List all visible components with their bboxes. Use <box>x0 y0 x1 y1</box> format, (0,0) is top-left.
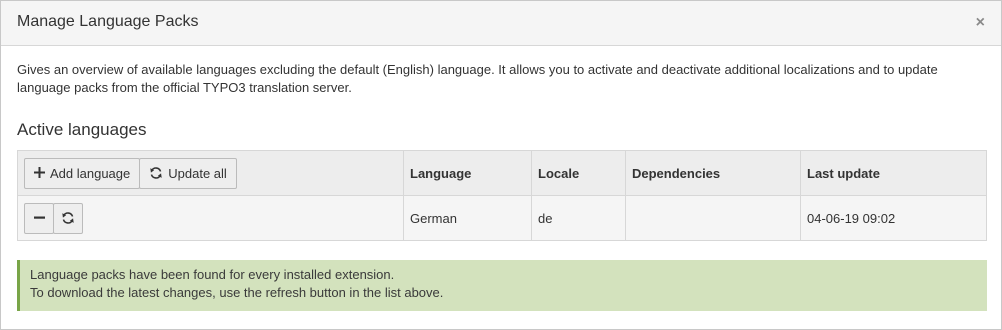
table-header-row: Add language Update all Language Locale … <box>17 150 987 196</box>
actions-header-cell: Add language Update all <box>17 150 404 196</box>
alert-line-1: Language packs have been found for every… <box>30 267 395 282</box>
update-language-button[interactable] <box>53 202 83 234</box>
refresh-icon <box>61 211 75 225</box>
locale-column-header: Locale <box>531 150 626 196</box>
close-icon[interactable]: × <box>976 13 985 33</box>
update-all-button[interactable]: Update all <box>139 157 237 189</box>
table-row: German de 04-06-19 09:02 <box>17 195 987 241</box>
update-all-label: Update all <box>168 165 227 181</box>
plus-icon <box>34 166 45 181</box>
add-language-label: Add language <box>50 165 131 181</box>
alert-line-2: To download the latest changes, use the … <box>30 285 444 300</box>
last-update-cell: 04-06-19 09:02 <box>800 195 987 241</box>
section-title-active-languages: Active languages <box>17 120 147 139</box>
last-update-column-header: Last update <box>800 150 987 196</box>
remove-language-button[interactable] <box>24 202 54 234</box>
active-languages-table: Add language Update all Language Locale … <box>17 150 987 241</box>
language-cell: German <box>403 195 532 241</box>
success-alert: Language packs have been found for every… <box>17 260 987 311</box>
dependencies-cell <box>625 195 801 241</box>
language-packs-modal: Manage Language Packs × Gives an overvie… <box>0 0 1002 330</box>
locale-cell: de <box>531 195 626 241</box>
language-column-header: Language <box>403 150 532 196</box>
dependencies-column-header: Dependencies <box>625 150 801 196</box>
add-language-button[interactable]: Add language <box>24 157 141 189</box>
refresh-icon <box>149 166 163 180</box>
modal-title: Manage Language Packs <box>17 13 199 30</box>
modal-header: Manage Language Packs × <box>1 1 1001 46</box>
minus-icon <box>33 211 45 226</box>
row-actions-cell <box>17 195 404 241</box>
modal-description: Gives an overview of available languages… <box>17 62 938 95</box>
